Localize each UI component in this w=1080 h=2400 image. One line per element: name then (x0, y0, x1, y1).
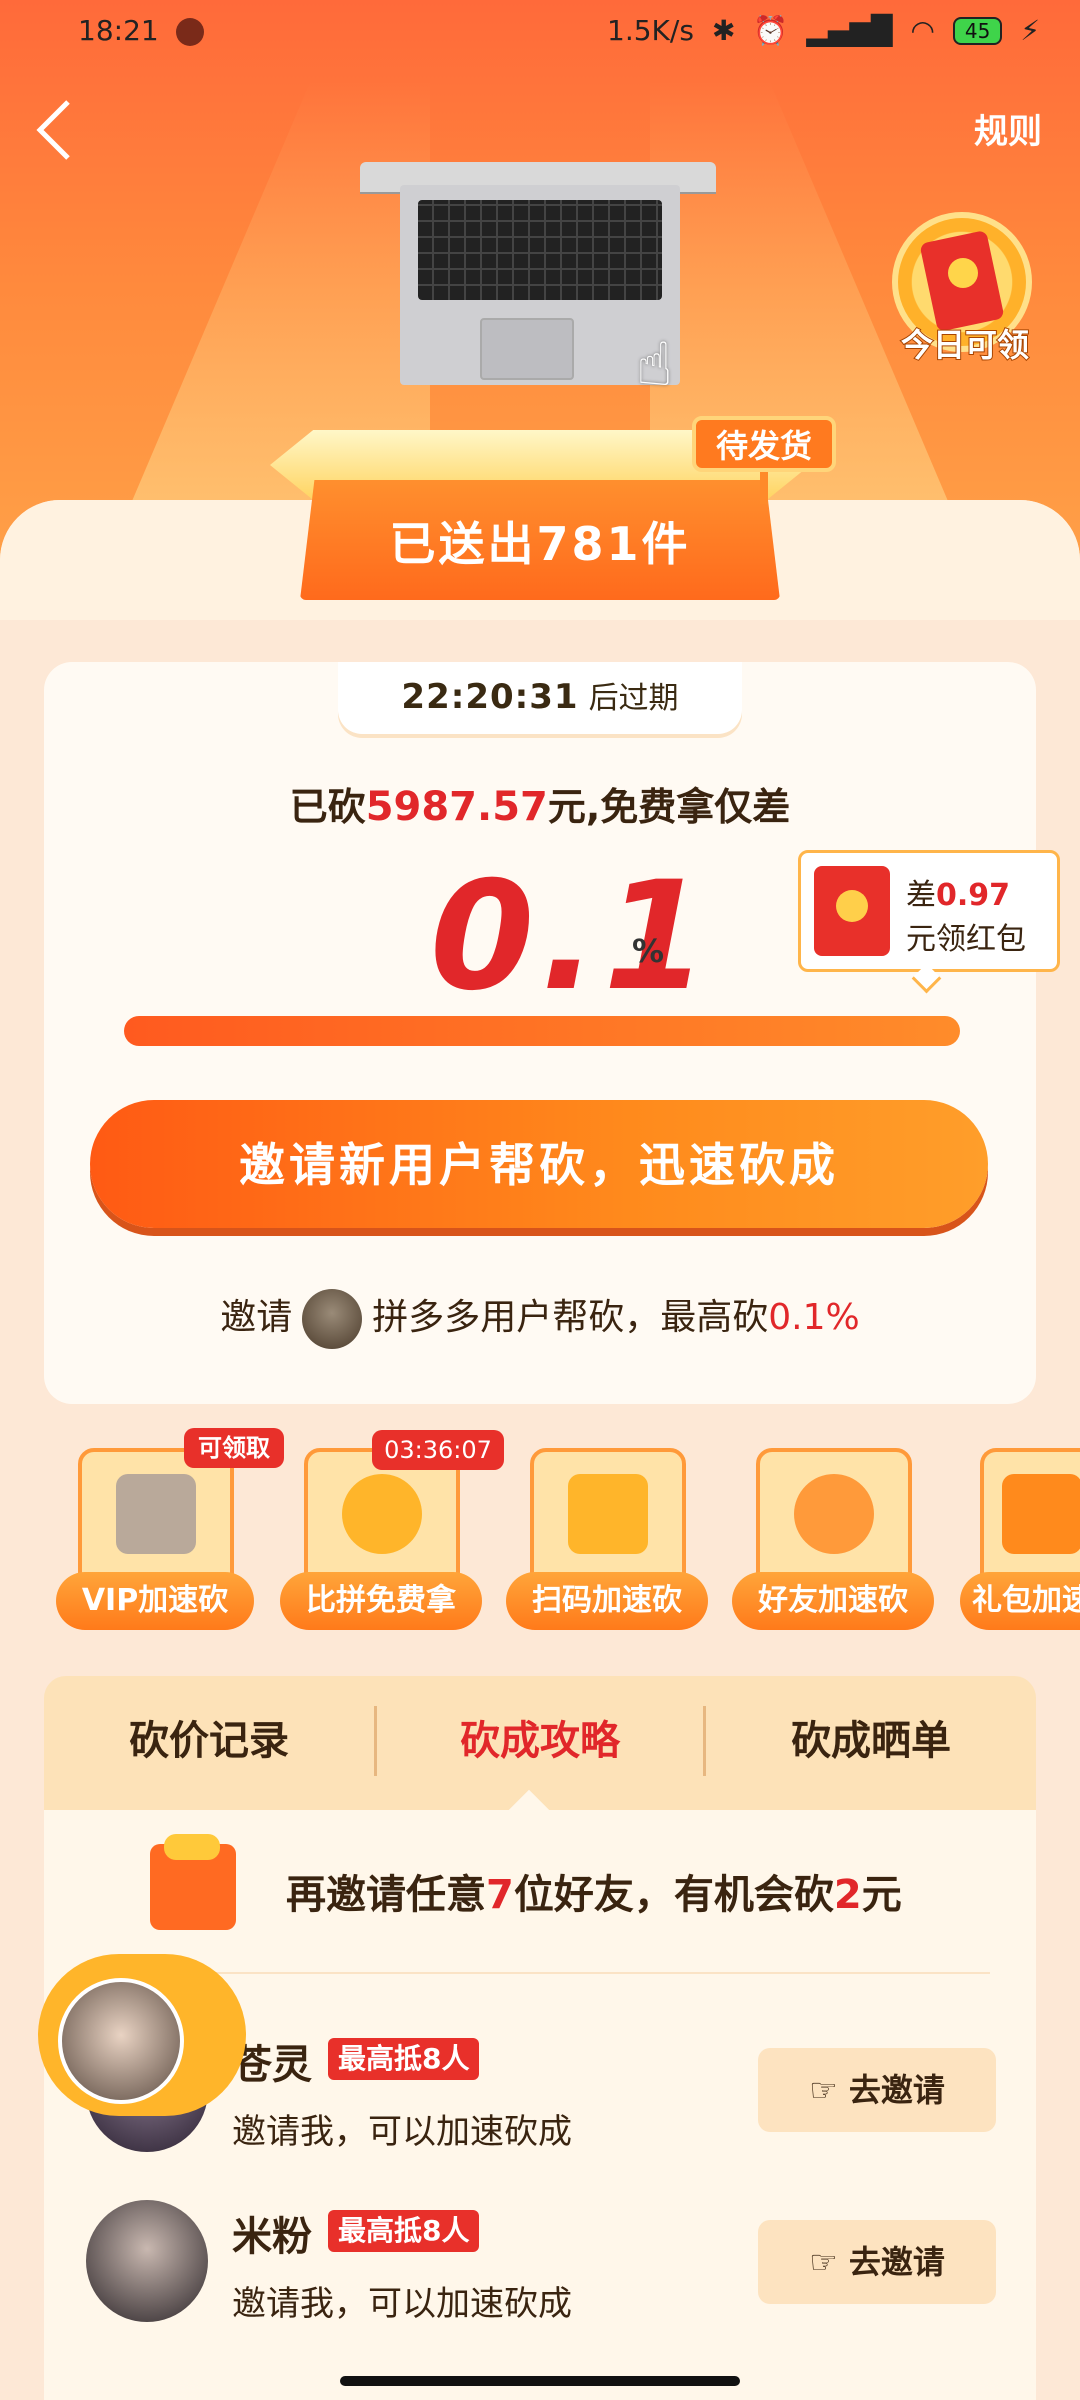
strategy-amount: 2 (833, 1872, 862, 1918)
pointing-hand-icon: ☞ (809, 2243, 849, 2281)
cut-summary: 已砍5987.57元,免费拿仅差 (0, 776, 1080, 831)
bubble-prefix: 差 (906, 878, 936, 913)
strategy-mid: 位好友，有机会砍 (513, 1872, 834, 1918)
laptop-trackpad (480, 318, 574, 380)
avatar (58, 1978, 184, 2104)
qr-code-icon (568, 1474, 648, 1554)
invite-prefix: 邀请 (220, 1297, 293, 1338)
bubble-amount-line: 差0.97 (906, 870, 1010, 914)
tab-records[interactable]: 砍价记录 (44, 1676, 374, 1806)
pointer-hand-icon: ☝ (636, 330, 673, 400)
percent-sign: % (632, 932, 665, 970)
strategy-prefix: 再邀请任意 (286, 1872, 486, 1918)
coin-icon (948, 258, 978, 288)
avatar (302, 1289, 363, 1349)
pk-trophy-icon (342, 1474, 422, 1554)
tool-label-scan[interactable]: 扫码加速砍 (506, 1572, 708, 1630)
friend-subtitle: 邀请我，可以加速砍成 (232, 2112, 572, 2152)
tab-strategy[interactable]: 砍成攻略 (377, 1676, 703, 1806)
status-right: 1.5K/s ✱ ⏰ ▂▄▆█ ◠ 45 ⚡ (607, 14, 1040, 47)
cut-prefix: 已砍 (289, 785, 366, 829)
claimable-badge: 可领取 (184, 1428, 284, 1468)
tool-label-pk[interactable]: 比拼免费拿 (280, 1572, 482, 1630)
invite-help-button[interactable]: 邀请新用户帮砍，迅速砍成 (90, 1100, 988, 1228)
divider (190, 1972, 990, 1974)
invite-button-label: 去邀请 (848, 2071, 945, 2109)
pk-timer-badge: 03:36:07 (372, 1430, 504, 1470)
battery-icon: 45 (952, 16, 1003, 45)
gift-bow (164, 1834, 220, 1860)
laptop-keyboard (418, 200, 662, 300)
wifi-icon: ◠ (910, 14, 935, 47)
timer-suffix: 后过期 (588, 681, 679, 716)
coin-icon (836, 890, 868, 922)
progress-bar (124, 1016, 960, 1046)
cut-amount: 5987.57 (365, 784, 548, 830)
status-bar: 18:21 1.5K/s ✱ ⏰ ▂▄▆█ ◠ 45 ⚡ (0, 0, 1080, 64)
timer-value: 22:20:31 (401, 677, 579, 717)
back-icon[interactable] (34, 98, 74, 162)
home-indicator[interactable] (340, 2376, 740, 2386)
status-time: 18:21 (78, 14, 159, 47)
invite-mid: 拼多多用户帮砍，最高砍 (372, 1297, 769, 1338)
expiry-timer: 22:20:31 后过期 (338, 662, 742, 734)
friend-subtitle: 邀请我，可以加速砍成 (232, 2284, 572, 2324)
invite-hint: 邀请 拼多多用户帮砍，最高砍0.1% (0, 1288, 1080, 1349)
invite-pct: 0.1% (768, 1297, 860, 1338)
alarm-icon: ⏰ (753, 14, 789, 47)
network-speed: 1.5K/s (607, 14, 694, 47)
vip-card-icon (116, 1474, 196, 1554)
gift-box-icon (1002, 1474, 1080, 1554)
signal-icon: ▂▄▆█ (806, 14, 893, 47)
tool-label-friend[interactable]: 好友加速砍 (732, 1572, 934, 1630)
friend-name: 米粉 (232, 2214, 312, 2260)
invite-friend-button[interactable]: ☞ 去邀请 (758, 2220, 996, 2304)
rules-link[interactable]: 规则 (974, 104, 1042, 153)
sent-count: 已送出781件 (389, 517, 691, 571)
pending-tag-stem (760, 470, 768, 504)
tool-label-gift[interactable]: 礼包加速砍 (960, 1572, 1080, 1630)
bluetooth-icon: ✱ (711, 14, 736, 47)
strategy-friend-count: 7 (486, 1872, 514, 1918)
cut-suffix: 元,免费拿仅差 (547, 785, 791, 829)
avatar (86, 2200, 208, 2322)
friend-badge: 最高抵8人 (328, 2210, 480, 2252)
pending-shipment-tag: 待发货 (692, 416, 836, 472)
bubble-amount: 0.97 (936, 878, 1011, 913)
bubble-suffix: 元领红包 (906, 922, 1026, 957)
invite-button-label: 去邀请 (848, 2243, 945, 2281)
tab-showcase[interactable]: 砍成晒单 (706, 1676, 1036, 1806)
tool-label-vip[interactable]: VIP加速砍 (56, 1572, 254, 1630)
strategy-suffix: 元 (861, 1872, 902, 1918)
charging-icon: ⚡ (1020, 14, 1040, 47)
daily-claim-label[interactable]: 今日可领 (890, 320, 1040, 365)
pointing-hand-icon: ☞ (809, 2071, 849, 2109)
remaining-percent: 0.1 (430, 850, 714, 1024)
invite-friend-button[interactable]: ☞ 去邀请 (758, 2048, 996, 2132)
crown-person-icon (794, 1474, 874, 1554)
friend-badge: 最高抵8人 (328, 2038, 480, 2080)
notification-icon (176, 18, 204, 46)
strategy-text: 再邀请任意7位好友，有机会砍2元 (286, 1862, 902, 1920)
